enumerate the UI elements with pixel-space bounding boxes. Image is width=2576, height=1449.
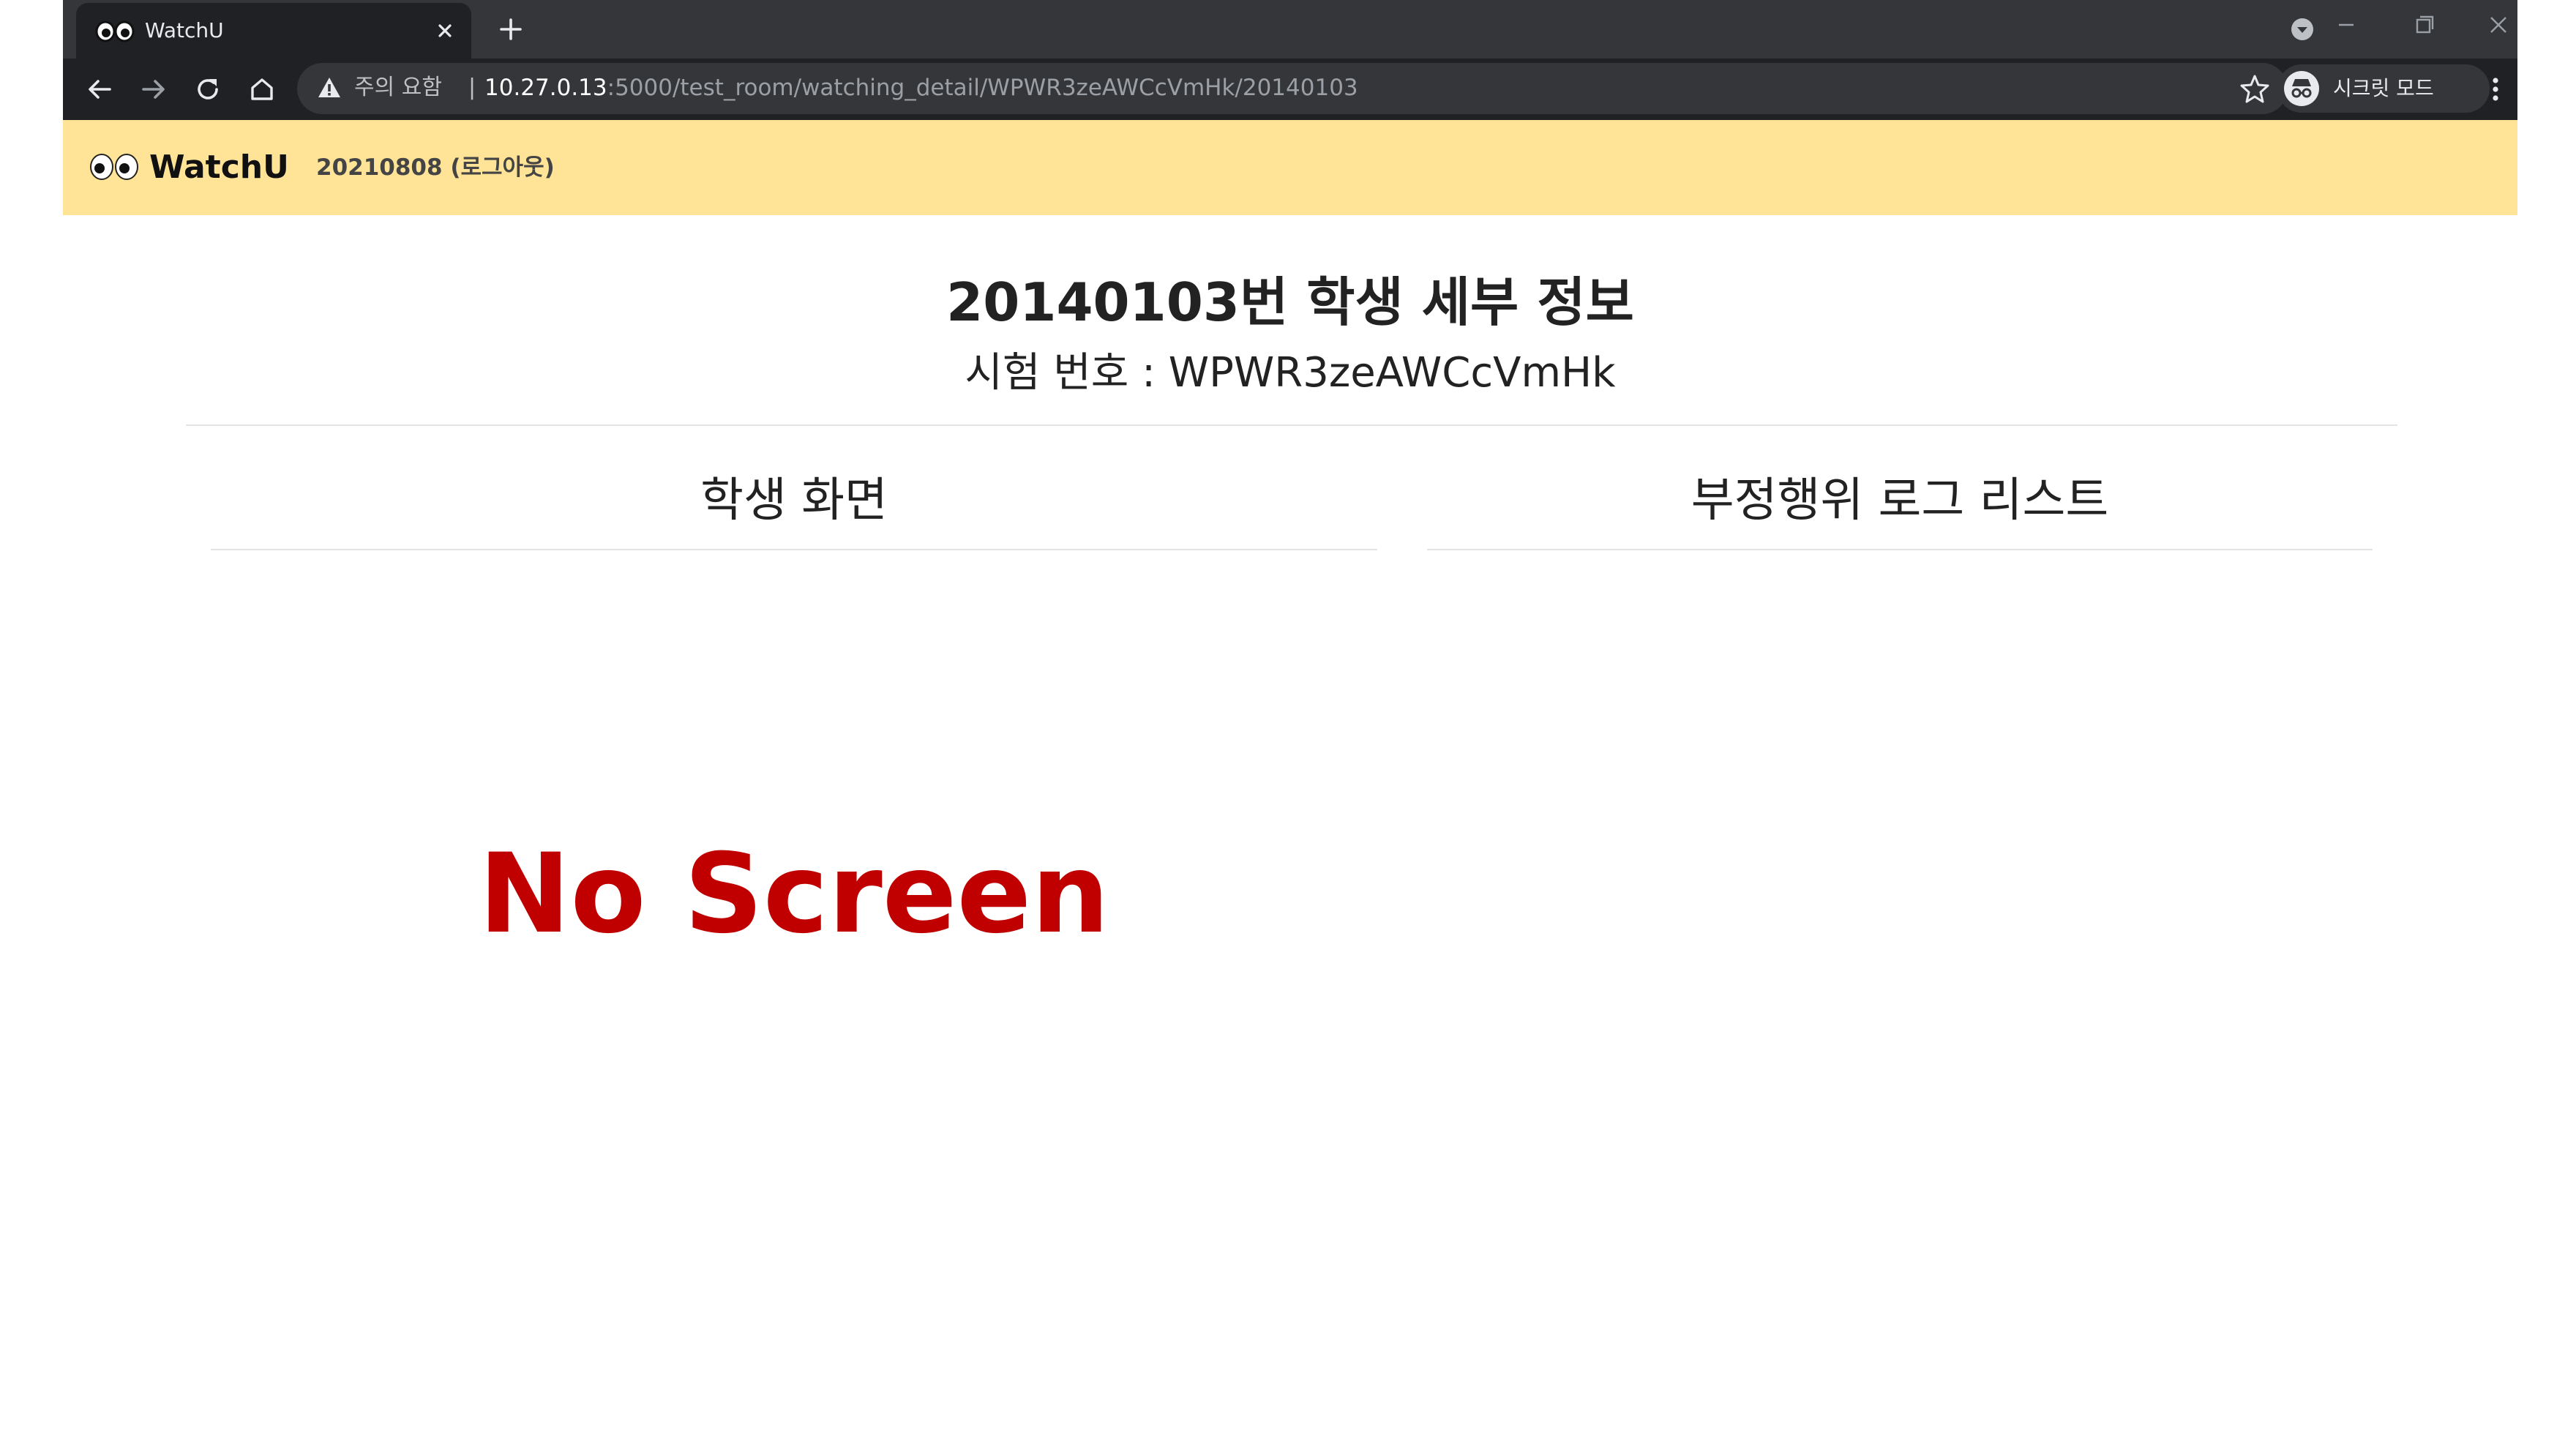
back-icon[interactable] — [82, 72, 117, 107]
browser-window: WatchU 주의 요함 | 10.27.0.13:5000/test_room… — [63, 0, 2517, 1449]
student-screen-divider — [211, 549, 1377, 550]
exam-number: 시험 번호 : WPWR3zeAWCcVmHk — [965, 349, 1616, 397]
restore-icon[interactable] — [2402, 9, 2446, 41]
minimize-icon[interactable] — [2324, 9, 2368, 41]
address-bar[interactable]: 주의 요함 | 10.27.0.13:5000/test_room/watchi… — [297, 63, 2288, 114]
menu-icon[interactable] — [2478, 72, 2513, 107]
url-host: 10.27.0.13 — [484, 75, 607, 101]
tab-title: WatchU — [145, 18, 224, 42]
warning-icon[interactable] — [316, 75, 342, 101]
no-screen-message: No Screen — [479, 831, 1109, 958]
browser-tab[interactable]: WatchU — [76, 3, 471, 59]
home-icon[interactable] — [244, 72, 280, 107]
brand-name[interactable]: WatchU — [149, 148, 289, 187]
security-warning-label[interactable]: 주의 요함 — [354, 72, 442, 103]
address-separator: | — [468, 75, 476, 100]
tab-strip: WatchU — [63, 0, 2517, 59]
window-close-icon[interactable] — [2476, 9, 2520, 41]
cheating-log-heading: 부정행위 로그 리스트 — [1690, 473, 2109, 528]
tab-close-icon[interactable] — [433, 19, 457, 42]
eyes-logo-icon[interactable] — [89, 151, 141, 183]
url-path: :5000/test_room/watching_detail/WPWR3zeA… — [607, 75, 1358, 101]
eyes-favicon-icon — [95, 20, 135, 42]
tab-search-icon[interactable] — [2288, 15, 2317, 44]
logout-link[interactable]: 20210808 (로그아웃) — [316, 152, 555, 183]
url-text[interactable]: 10.27.0.13:5000/test_room/watching_detai… — [484, 72, 1358, 103]
site-navbar: WatchU 20210808 (로그아웃) — [63, 120, 2517, 215]
incognito-icon — [2284, 71, 2319, 106]
star-icon[interactable] — [2239, 73, 2270, 104]
page-title: 20140103번 학생 세부 정보 — [946, 272, 1634, 333]
cheating-log-divider — [1427, 549, 2373, 550]
incognito-label: 시크릿 모드 — [2333, 76, 2434, 100]
divider — [186, 424, 2397, 426]
browser-toolbar: 주의 요함 | 10.27.0.13:5000/test_room/watchi… — [63, 59, 2517, 120]
new-tab-icon[interactable] — [495, 13, 527, 45]
forward-icon[interactable] — [136, 72, 171, 107]
reload-icon[interactable] — [190, 72, 225, 107]
student-screen-heading: 학생 화면 — [700, 473, 888, 528]
incognito-profile-button[interactable]: 시크릿 모드 — [2277, 64, 2490, 113]
